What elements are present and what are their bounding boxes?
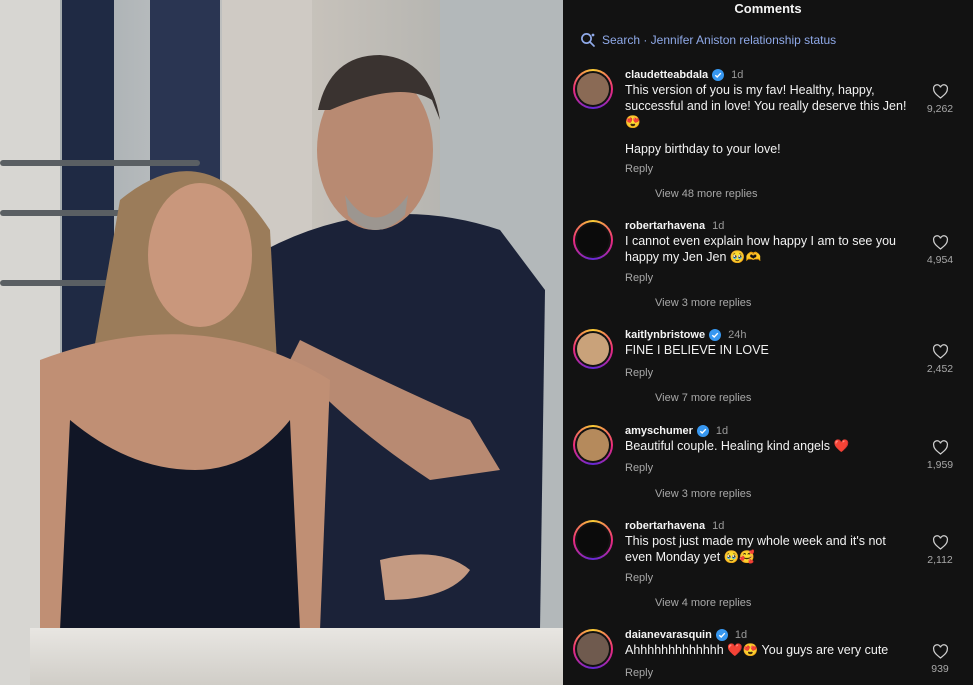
like-count: 1,959	[926, 459, 954, 471]
avatar-image	[577, 333, 609, 365]
heart-icon[interactable]	[932, 535, 949, 550]
search-icon	[581, 33, 595, 47]
avatar-image	[577, 524, 609, 556]
reply-button[interactable]: Reply	[625, 572, 653, 584]
like-count: 2,112	[927, 554, 953, 566]
like-control[interactable]: 939	[920, 644, 960, 675]
verified-badge-icon	[709, 329, 722, 341]
woman-face	[148, 183, 252, 327]
like-control[interactable]: 9,262	[920, 84, 960, 115]
search-label: Search · Jennifer Aniston relationship s…	[602, 33, 837, 47]
avatar-image	[577, 224, 609, 256]
comment-text: This post just made my whole week and it…	[625, 533, 915, 565]
reply-button[interactable]: Reply	[625, 367, 653, 379]
verified-badge-icon	[712, 69, 725, 81]
heart-icon[interactable]	[932, 84, 949, 99]
post-photo	[0, 0, 563, 685]
comment-username[interactable]: daianevarasquin	[625, 629, 712, 641]
reply-button[interactable]: Reply	[625, 272, 653, 284]
photo-ledge	[30, 628, 563, 685]
reply-button[interactable]: Reply	[625, 163, 653, 175]
comment-line: Beautiful couple. Healing kind angels ❤️	[625, 439, 850, 453]
avatar[interactable]	[573, 329, 613, 369]
avatar[interactable]	[573, 520, 613, 560]
comment-line: This post just made my whole week and it…	[625, 534, 886, 564]
avatar[interactable]	[573, 629, 613, 669]
heart-icon[interactable]	[932, 440, 949, 455]
comment-text: This version of you is my fav! Healthy, …	[625, 82, 915, 157]
comment-time: 1d	[712, 220, 725, 232]
comment-line: This version of you is my fav! Healthy, …	[625, 83, 907, 129]
comments-title: Comments	[734, 1, 802, 16]
comment-time: 1d	[715, 425, 729, 437]
reply-button[interactable]: Reply	[625, 667, 653, 679]
avatar-image	[577, 633, 609, 665]
like-control[interactable]: 2,452	[920, 344, 960, 375]
view-replies-button[interactable]: View 3 more replies	[655, 488, 751, 500]
heart-icon[interactable]	[932, 644, 949, 659]
avatar[interactable]	[573, 220, 613, 260]
comment-username[interactable]: amyschumer	[625, 425, 693, 437]
photo-people	[40, 55, 545, 630]
comment-text: I cannot even explain how happy I am to …	[625, 233, 915, 265]
comment-line: Ahhhhhhhhhhhhh ❤️😍 You guys are very cut…	[625, 643, 889, 657]
avatar-image	[577, 73, 609, 105]
comment-line: I cannot even explain how happy I am to …	[625, 234, 897, 264]
view-replies-button[interactable]: View 7 more replies	[655, 392, 751, 404]
comment-line: FINE I BELIEVE IN LOVE	[625, 343, 769, 357]
avatar-image	[577, 429, 609, 461]
comments-panel: Comments Search · Jennifer Aniston relat…	[563, 0, 973, 685]
comment-line: Happy birthday to your love!	[625, 142, 781, 156]
comment-text: FINE I BELIEVE IN LOVE	[625, 342, 915, 358]
reply-button[interactable]: Reply	[625, 462, 653, 474]
comment-time: 1d	[731, 69, 744, 81]
like-count: 2,452	[926, 363, 954, 375]
avatar[interactable]	[573, 425, 613, 465]
comment-text: Beautiful couple. Healing kind angels ❤️	[625, 438, 915, 454]
like-control[interactable]: 1,959	[920, 440, 960, 471]
comment-time: 1d	[734, 629, 748, 641]
view-replies-button[interactable]: View 4 more replies	[655, 597, 751, 609]
comment-time: 1d	[712, 520, 725, 532]
comment-username[interactable]: robertarhavena	[625, 520, 705, 532]
comment-username[interactable]: claudetteabdala	[625, 69, 708, 81]
like-count: 9,262	[926, 103, 954, 115]
like-control[interactable]: 4,954	[920, 235, 960, 266]
comment-time: 24h	[728, 329, 747, 341]
like-count: 4,954	[926, 254, 954, 266]
search-link[interactable]: Search · Jennifer Aniston relationship s…	[580, 32, 836, 48]
comment-username[interactable]: robertarhavena	[625, 220, 705, 232]
comment-username[interactable]: kaitlynbristowe	[625, 329, 705, 341]
view-replies-button[interactable]: View 3 more replies	[655, 297, 751, 309]
view-replies-button[interactable]: View 48 more replies	[655, 188, 758, 200]
like-control[interactable]: 2,112	[920, 535, 960, 566]
like-count: 939	[931, 663, 949, 675]
heart-icon[interactable]	[932, 235, 949, 250]
heart-icon[interactable]	[932, 344, 949, 359]
comment-text: Ahhhhhhhhhhhhh ❤️😍 You guys are very cut…	[625, 642, 915, 658]
verified-badge-icon	[696, 425, 709, 437]
verified-badge-icon	[715, 629, 728, 641]
avatar[interactable]	[573, 69, 613, 109]
